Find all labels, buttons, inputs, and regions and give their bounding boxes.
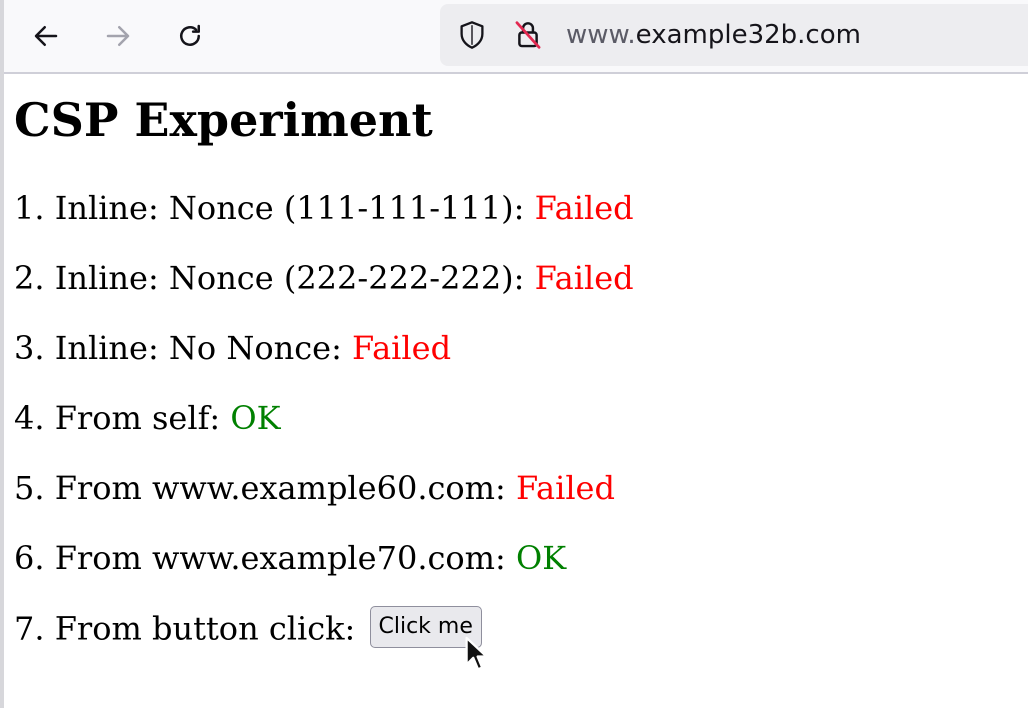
url-bar[interactable]: www.example32b.com	[440, 4, 1028, 66]
status-failed: Failed	[515, 469, 615, 507]
url-text[interactable]: www.example32b.com	[566, 19, 861, 51]
row-label: 2. Inline: Nonce (222-222-222):	[14, 259, 535, 297]
status-failed: Failed	[534, 189, 634, 227]
list-item: 7. From button click: Click me	[14, 606, 634, 680]
status-failed: Failed	[534, 259, 634, 297]
list-item: 1. Inline: Nonce (111-111-111): Failed	[14, 190, 634, 260]
row-label: 6. From www.example70.com:	[14, 539, 516, 577]
list-item: 6. From www.example70.com: OK	[14, 540, 634, 610]
mouse-cursor-icon	[465, 636, 488, 671]
row-label: 5. From www.example60.com:	[14, 469, 516, 507]
row-label: 3. Inline: No Nonce:	[14, 329, 353, 367]
back-button[interactable]	[24, 14, 68, 58]
row-label: 7. From button click:	[14, 609, 366, 648]
reload-button[interactable]	[168, 14, 212, 58]
row-label: 4. From self:	[14, 399, 231, 437]
row-label: 1. Inline: Nonce (111-111-111):	[14, 189, 535, 227]
shield-icon	[460, 21, 484, 49]
status-ok: OK	[230, 399, 281, 437]
site-security-button[interactable]	[512, 19, 544, 51]
browser-toolbar: www.example32b.com	[4, 0, 1028, 74]
tracking-protection-button[interactable]	[456, 19, 488, 51]
status-ok: OK	[515, 539, 567, 577]
insecure-lock-icon	[515, 21, 541, 49]
list-item: 3. Inline: No Nonce: Failed	[14, 330, 634, 400]
status-failed: Failed	[352, 329, 452, 367]
list-item: 5. From www.example60.com: Failed	[14, 470, 634, 540]
page-content: CSP Experiment	[14, 92, 433, 148]
url-prefix: www.	[566, 20, 636, 50]
forward-button[interactable]	[96, 14, 140, 58]
list-item: 2. Inline: Nonce (222-222-222): Failed	[14, 260, 634, 330]
forward-arrow-icon	[106, 26, 130, 46]
result-list: 1. Inline: Nonce (111-111-111): Failed 2…	[14, 190, 634, 680]
window-edge	[0, 0, 4, 708]
back-arrow-icon	[34, 26, 58, 46]
list-item: 4. From self: OK	[14, 400, 634, 470]
reload-icon	[180, 24, 200, 46]
url-domain: example32b.com	[635, 20, 861, 50]
page-title: CSP Experiment	[14, 93, 433, 147]
